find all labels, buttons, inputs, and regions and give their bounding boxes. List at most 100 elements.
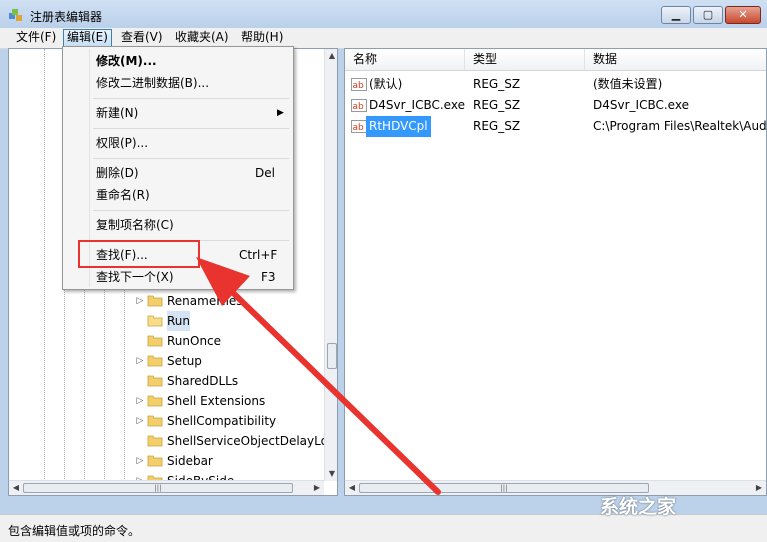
folder-icon [147,335,163,347]
value-row[interactable]: ab (默认) REG_SZ (数值未设置) [345,74,766,95]
folder-icon [147,395,163,407]
minimize-button[interactable]: ▁ [661,6,691,24]
menu-item-label: 复制项名称(C) [96,218,174,232]
folder-icon [147,455,163,467]
expand-arrow-icon[interactable]: ▷ [135,451,145,471]
value-data: (数值未设置) [593,77,663,91]
folder-icon [147,415,163,427]
menu-item-permissions[interactable]: 权限(P)... [65,132,291,154]
window-title: 注册表编辑器 [30,10,103,24]
expand-arrow-icon[interactable]: ▷ [135,391,145,411]
expand-arrow-icon[interactable]: ▷ [135,351,145,371]
menu-item-copy-key-name[interactable]: 复制项名称(C) [65,214,291,236]
scroll-right-icon[interactable]: ▶ [310,481,324,495]
value-row[interactable]: ab D4Svr_ICBC.exe REG_SZ D4Svr_ICBC.exe [345,95,766,116]
tree-vscroll-thumb[interactable] [327,343,337,369]
tree-item-label: RenameFiles [167,294,243,308]
folder-icon [147,375,163,387]
menu-favorites[interactable]: 收藏夹(A) [172,29,232,46]
menu-item-label: 修改(M)... [96,54,157,68]
scroll-left-icon[interactable]: ◀ [9,481,23,495]
svg-text:ab: ab [353,123,365,133]
value-data: C:\Program Files\Realtek\Audio [593,119,767,133]
menu-item-shortcut: Ctrl+F [239,248,278,262]
tree-item-label: RunOnce [167,334,222,348]
tree-item-label: ShellServiceObjectDelayLoad [167,434,338,448]
grip-icon: ||| [154,484,162,492]
scroll-right-icon[interactable]: ▶ [752,481,766,495]
tree-item-label: Setup [167,354,202,368]
folder-icon [147,295,163,307]
string-value-icon: ab [351,120,367,133]
value-name: (默认) [369,77,403,91]
registry-editor-window: 注册表编辑器 ▁ ▢ ✕ 文件(F) 编辑(E) 查看(V) 收藏夹(A) 帮助… [0,0,767,542]
tree-item-label: Run [167,311,191,331]
string-value-icon: ab [351,99,367,112]
scroll-up-icon[interactable]: ▲ [325,49,337,63]
menu-view[interactable]: 查看(V) [118,29,166,46]
column-name-header[interactable]: 名称 [345,49,465,70]
value-name: RtHDVCpl [366,116,431,137]
svg-text:ab: ab [353,102,365,112]
title-bar: 注册表编辑器 ▁ ▢ ✕ [0,0,767,30]
svg-text:ab: ab [353,81,365,91]
column-data-header[interactable]: 数据 [585,49,766,70]
menu-item-label: 重命名(R) [96,188,150,202]
status-text: 包含编辑值或项的命令。 [8,524,141,538]
maximize-button[interactable]: ▢ [693,6,723,24]
menu-item-label: 删除(D) [96,166,139,180]
maximize-icon: ▢ [702,8,714,21]
menu-item-label: 查找下一个(X) [96,270,174,284]
tree-item-label: Shell Extensions [167,394,266,408]
menu-item-delete[interactable]: 删除(D) Del [65,162,291,184]
tree-hscroll-thumb[interactable]: ||| [23,483,293,493]
tree-guide-line [44,49,45,495]
menu-separator [93,98,289,99]
menu-item-find-next[interactable]: 查找下一个(X) F3 [65,266,291,288]
watermark-logo: 系统之家 [600,496,677,518]
menu-item-modify[interactable]: 修改(M)... [65,50,291,72]
menu-help[interactable]: 帮助(H) [238,29,286,46]
submenu-arrow-icon: ▶ [277,108,284,118]
column-header: 名称 类型 数据 [345,49,766,71]
menu-item-shortcut: F3 [261,270,276,284]
tree-item-label: ShellCompatibility [167,414,277,428]
values-horizontal-scrollbar[interactable]: ◀ ||| ▶ [345,480,766,495]
value-row-selected[interactable]: ab RtHDVCpl REG_SZ C:\Program Files\Real… [345,116,766,137]
expand-arrow-icon[interactable]: ▷ [135,411,145,431]
tree-vertical-scrollbar[interactable]: ▲ ▼ [324,49,337,481]
close-icon: ✕ [738,8,748,21]
menu-item-modify-binary[interactable]: 修改二进制数据(B)... [65,72,291,94]
value-type: REG_SZ [473,98,521,112]
regedit-icon [9,9,22,21]
menu-separator [93,210,289,211]
menu-file[interactable]: 文件(F) [13,29,59,46]
menu-separator [93,158,289,159]
menu-item-rename[interactable]: 重命名(R) [65,184,291,206]
scroll-left-icon[interactable]: ◀ [345,481,359,495]
string-value-icon: ab [351,78,367,91]
grip-icon: ||| [500,484,508,492]
expand-arrow-icon[interactable]: ▷ [135,291,145,311]
value-type: REG_SZ [473,77,521,91]
menu-item-label: 修改二进制数据(B)... [96,76,210,90]
minimize-icon: ▁ [671,8,681,21]
folder-icon [147,355,163,367]
menu-separator [93,128,289,129]
value-data: D4Svr_ICBC.exe [593,98,689,112]
value-type: REG_SZ [473,119,521,133]
tree-horizontal-scrollbar[interactable]: ◀ ||| ▶ [9,480,324,495]
value-name: D4Svr_ICBC.exe [369,98,465,112]
values-pane[interactable]: 名称 类型 数据 ab (默认) REG_SZ (数值未设置) ab D4Svr… [344,48,767,496]
tree-item-label: Sidebar [167,454,213,468]
menu-item-shortcut: Del [255,166,275,180]
scroll-down-icon[interactable]: ▼ [325,467,337,481]
find-highlight-box [78,240,200,268]
close-button[interactable]: ✕ [725,6,761,24]
menu-item-label: 新建(N) [96,106,139,120]
tree-item-label: SharedDLLs [167,374,239,388]
folder-icon [147,435,163,447]
menu-item-label: 权限(P)... [96,136,149,150]
menu-item-new[interactable]: 新建(N) ▶ [65,102,291,124]
column-type-header[interactable]: 类型 [465,49,585,70]
